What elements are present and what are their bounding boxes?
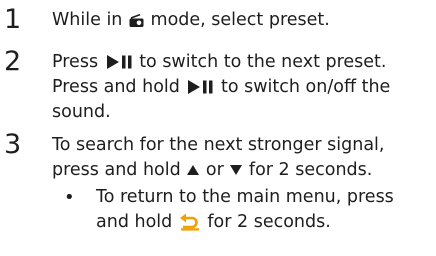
text-line: Press to switch to the next preset. — [52, 52, 387, 72]
text-line: sound. — [52, 102, 111, 122]
radio-icon — [128, 12, 145, 28]
play-pause-icon — [185, 79, 215, 95]
text-line: and hold for 2 seconds. — [96, 212, 331, 232]
step-number: 2 — [4, 46, 22, 77]
play-pause-icon — [104, 54, 134, 70]
down-arrow-icon — [229, 163, 243, 177]
step-text: While in mode, select preset. — [52, 8, 330, 33]
text-line: To return to the main menu, press — [96, 187, 394, 207]
step-number: 1 — [4, 4, 22, 35]
text-line: press and hold or for 2 seconds. — [52, 160, 373, 180]
back-icon — [178, 213, 202, 231]
step-number: 3 — [4, 129, 22, 160]
text-line: Press and hold to switch on/off the — [52, 77, 391, 97]
up-arrow-icon — [186, 163, 200, 177]
bullet: • — [64, 187, 75, 208]
step-text: Press to switch to the next preset. Pres… — [52, 50, 390, 125]
step-text: To search for the next stronger signal, … — [52, 133, 384, 183]
sub-text: To return to the main menu, press and ho… — [96, 185, 394, 235]
instructions: 1 While in mode, select preset. 2 Press … — [0, 0, 436, 256]
text-line: To search for the next stronger signal, — [52, 135, 385, 155]
text-line: While in mode, select preset. — [52, 10, 330, 30]
